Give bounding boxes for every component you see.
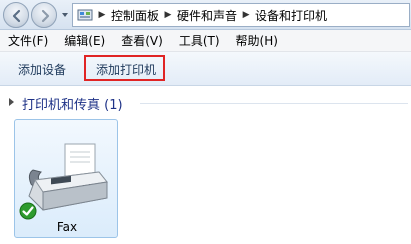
breadcrumb-separator-icon[interactable]: ▶ — [161, 10, 175, 20]
breadcrumb-separator-icon[interactable]: ▶ — [95, 10, 109, 20]
device-label: Fax — [56, 220, 78, 234]
recent-pages-dropdown-icon[interactable] — [60, 9, 70, 21]
breadcrumb-item-hardware-and-sound[interactable]: 硬件和声音 — [175, 7, 239, 24]
group-collapse-chevron-icon[interactable] — [8, 97, 16, 107]
menu-help[interactable]: 帮助(H) — [228, 32, 286, 49]
group-title: 打印机和传真 (1) — [22, 98, 123, 113]
forward-arrow-icon — [41, 9, 50, 23]
printers-and-faxes-group-header[interactable]: 打印机和传真 (1) — [0, 92, 411, 114]
command-bar: 添加设备 添加打印机 — [0, 52, 411, 86]
address-bar-region: ▶ 控制面板 ▶ 硬件和声音 ▶ 设备和打印机 — [0, 0, 411, 30]
breadcrumb-item-control-panel[interactable]: 控制面板 — [109, 7, 161, 24]
address-field[interactable]: ▶ 控制面板 ▶ 硬件和声音 ▶ 设备和打印机 — [72, 3, 410, 27]
menu-tools[interactable]: 工具(T) — [171, 32, 228, 49]
device-tile-fax[interactable]: Fax — [14, 119, 118, 238]
breadcrumb-item-devices-and-printers[interactable]: 设备和打印机 — [253, 7, 329, 24]
menu-bar: 文件(F) 编辑(E) 查看(V) 工具(T) 帮助(H) — [0, 30, 411, 52]
back-arrow-icon — [12, 9, 21, 23]
group-divider — [140, 103, 408, 104]
forward-button[interactable] — [31, 2, 57, 28]
breadcrumb: ▶ 控制面板 ▶ 硬件和声音 ▶ 设备和打印机 — [95, 4, 329, 26]
menu-view[interactable]: 查看(V) — [113, 32, 171, 49]
default-checkmark-icon — [19, 202, 37, 220]
control-panel-icon — [77, 9, 93, 21]
add-device-button[interactable]: 添加设备 — [18, 61, 66, 78]
back-button[interactable] — [3, 2, 29, 28]
menu-edit[interactable]: 编辑(E) — [56, 32, 113, 49]
add-printer-highlight-box — [84, 55, 165, 81]
menu-file[interactable]: 文件(F) — [0, 32, 56, 49]
breadcrumb-separator-icon[interactable]: ▶ — [239, 10, 253, 20]
